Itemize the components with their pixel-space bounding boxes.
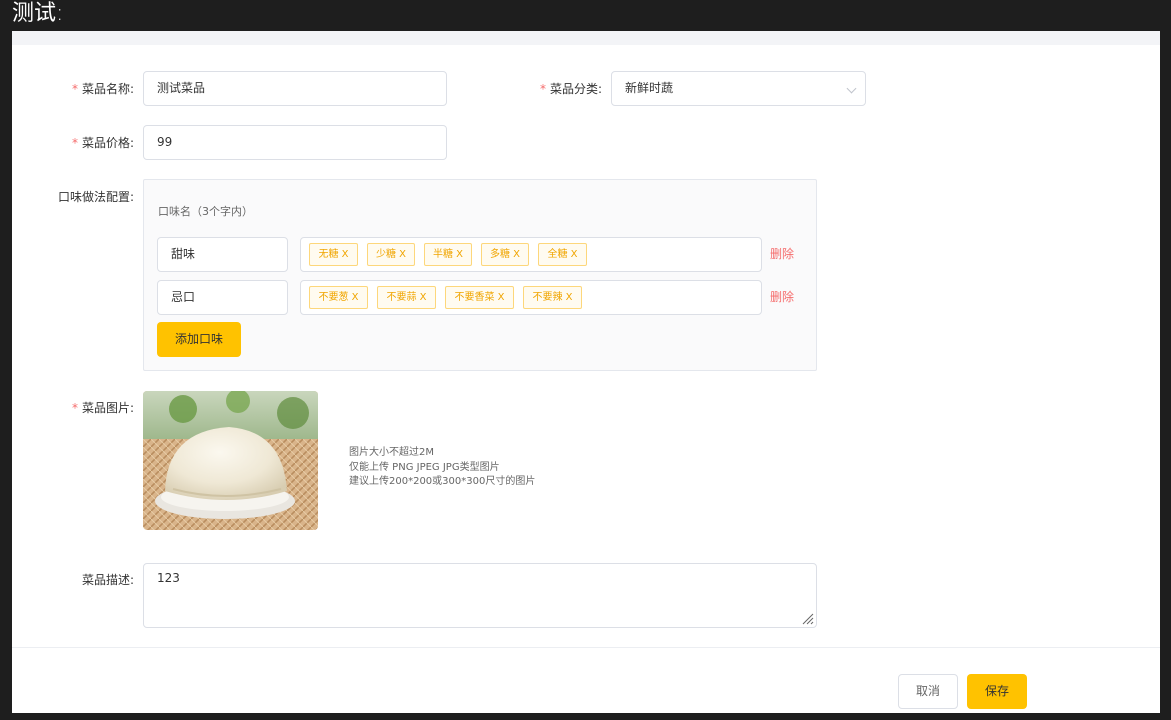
- dish-price-label: * 菜品价格:: [71, 136, 134, 150]
- dish-category-label: * 菜品分类:: [539, 82, 602, 96]
- dish-image-label: * 菜品图片:: [71, 401, 134, 415]
- required-mark: *: [539, 82, 546, 96]
- dish-name-input[interactable]: 测试菜品: [143, 71, 447, 106]
- flavor-tag[interactable]: 不要辣 X: [523, 286, 582, 309]
- flavor-tag[interactable]: 多糖 X: [481, 243, 529, 266]
- flavor-tag[interactable]: 无糖 X: [309, 243, 358, 266]
- page-title: 测试:: [12, 1, 64, 26]
- dish-category-select[interactable]: 新鲜时蔬: [611, 71, 866, 106]
- flavor-name-input[interactable]: 甜味: [157, 237, 288, 272]
- dish-name-label: * 菜品名称:: [71, 82, 134, 96]
- save-button[interactable]: 保存: [967, 674, 1027, 709]
- flavor-tags-input[interactable]: 无糖 X 少糖 X 半糖 X 多糖 X 全糖 X: [300, 237, 762, 272]
- resize-grip-icon[interactable]: [800, 611, 814, 625]
- add-flavor-button[interactable]: 添加口味: [157, 322, 241, 357]
- delete-flavor-link[interactable]: 删除: [770, 246, 794, 262]
- required-mark: *: [71, 82, 78, 96]
- required-mark: *: [71, 136, 78, 150]
- flavor-tag[interactable]: 不要香菜 X: [445, 286, 514, 309]
- dish-price-input[interactable]: 99: [143, 125, 447, 160]
- flavor-tag[interactable]: 不要葱 X: [309, 286, 368, 309]
- delete-flavor-link[interactable]: 删除: [770, 289, 794, 305]
- flavor-tag[interactable]: 全糖 X: [538, 243, 587, 266]
- footer-divider: [12, 647, 1160, 648]
- dish-description-value: 123: [157, 571, 180, 585]
- cancel-button[interactable]: 取消: [898, 674, 958, 709]
- flavor-name-input[interactable]: 忌口: [157, 280, 288, 315]
- panel-top-strip: [12, 31, 1160, 45]
- flavor-tags-input[interactable]: 不要葱 X 不要蒜 X 不要香菜 X 不要辣 X: [300, 280, 762, 315]
- chevron-down-icon: [846, 83, 857, 94]
- flavor-tag[interactable]: 不要蒜 X: [377, 286, 436, 309]
- required-mark: *: [71, 401, 78, 415]
- image-upload-tips: 图片大小不超过2M 仅能上传 PNG JPEG JPG类型图片 建议上传200*…: [349, 447, 536, 487]
- dish-edit-form: * 菜品名称: 测试菜品 * 菜品分类: 新鲜时蔬 * 菜品价格: 99 口味做法配置…: [12, 31, 1160, 713]
- flavor-name-header: 口味名（3个字内）: [158, 205, 253, 218]
- flavor-tag[interactable]: 少糖 X: [367, 243, 415, 266]
- steamed-bun-image: [143, 391, 318, 530]
- dish-image-upload[interactable]: [143, 391, 318, 530]
- dish-description-textarea[interactable]: 123: [143, 563, 817, 628]
- dish-description-label: 菜品描述:: [81, 573, 134, 587]
- flavor-tag[interactable]: 半糖 X: [424, 243, 472, 266]
- flavor-config-box: 口味名（3个字内） 甜味 无糖 X 少糖 X 半糖 X 多糖 X 全糖 X 删除…: [143, 179, 817, 371]
- flavor-config-label: 口味做法配置:: [57, 190, 134, 204]
- dish-category-value: 新鲜时蔬: [625, 81, 674, 95]
